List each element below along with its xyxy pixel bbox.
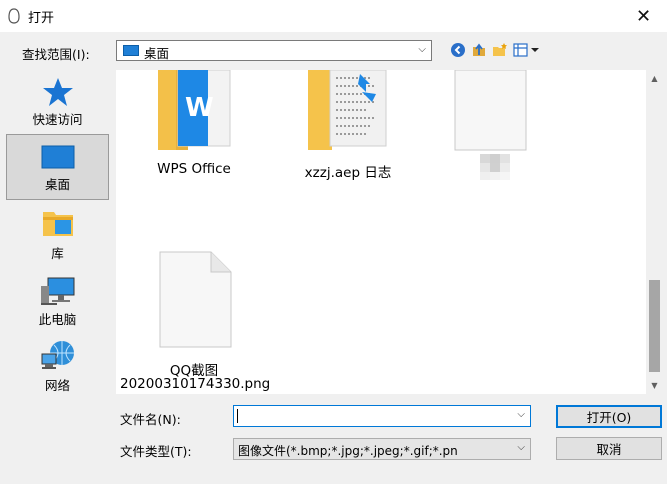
title-bar — [0, 0, 667, 32]
scroll-thumb[interactable] — [649, 280, 660, 372]
list-item[interactable]: W — [148, 70, 238, 153]
png-file-icon — [159, 251, 232, 348]
text-caret — [237, 409, 238, 423]
file-name-line2: 20200310174330.png — [120, 376, 271, 392]
places-bar: 快速访问 桌面 库 此电脑 网络 — [0, 70, 113, 404]
scroll-down-button[interactable]: ▼ — [646, 377, 663, 394]
desktop-icon — [123, 45, 139, 56]
up-folder-icon[interactable] — [470, 41, 488, 59]
place-this-pc[interactable]: 此电脑 — [6, 270, 109, 334]
new-folder-icon[interactable] — [491, 41, 509, 59]
chevron-down-icon[interactable]: ⌵ — [517, 409, 525, 420]
filename-input[interactable]: ⌵ — [233, 405, 531, 427]
close-button[interactable]: ✕ — [620, 0, 667, 32]
chevron-down-icon: ⌵ — [418, 44, 426, 55]
window-title: 打开 — [28, 11, 55, 26]
filetype-value: 图像文件(*.bmp;*.jpg;*.jpeg;*.gif;*.pn — [238, 444, 458, 458]
file-name: xzzj.aep 日志 — [304, 165, 392, 181]
chevron-down-icon: ⌵ — [517, 442, 525, 453]
close-icon: ✕ — [635, 5, 652, 27]
list-item[interactable] — [159, 251, 233, 352]
file-name: WPS Office — [157, 161, 231, 177]
place-label: 库 — [51, 246, 64, 261]
filetype-dropdown[interactable]: 图像文件(*.bmp;*.jpg;*.jpeg;*.gif;*.pn ⌵ — [233, 438, 531, 460]
scroll-up-button[interactable]: ▲ — [646, 70, 663, 87]
blurred-label — [480, 154, 510, 180]
lookin-label: 查找范围(I): — [22, 47, 90, 62]
place-label: 此电脑 — [38, 312, 77, 327]
cancel-button[interactable]: 取消 — [556, 437, 662, 460]
library-icon — [43, 212, 73, 236]
open-button[interactable]: 打开(O) — [556, 405, 662, 428]
place-label: 网络 — [44, 378, 70, 393]
place-desktop[interactable]: 桌面 — [6, 134, 109, 200]
place-label: 快速访问 — [32, 112, 83, 127]
filetype-label: 文件类型(T): — [120, 444, 192, 459]
lookin-dropdown[interactable]: 桌面 ⌵ — [116, 40, 432, 61]
place-label: 桌面 — [44, 177, 70, 192]
file-list[interactable]: W WPS Office xzzj.aep 日志 QQ截图 2020031017… — [116, 70, 647, 394]
filename-label: 文件名(N): — [120, 412, 181, 427]
place-quick-access[interactable]: 快速访问 — [6, 70, 109, 134]
blank-file-icon — [454, 70, 527, 151]
place-network[interactable]: 网络 — [6, 336, 109, 400]
log-folder-icon — [308, 70, 387, 152]
view-menu-icon[interactable] — [512, 41, 540, 59]
computer-icon — [41, 277, 75, 305]
place-library[interactable]: 库 — [6, 204, 109, 268]
lookin-value: 桌面 — [144, 46, 170, 61]
desktop-icon — [41, 145, 75, 169]
svg-text:W: W — [185, 93, 214, 123]
back-icon[interactable] — [449, 41, 467, 59]
network-icon — [41, 341, 74, 369]
wps-folder-icon: W — [158, 70, 231, 152]
list-item[interactable] — [304, 70, 394, 153]
star-icon — [43, 78, 73, 106]
vertical-scrollbar[interactable]: ▲ ▼ — [646, 70, 663, 394]
app-icon — [8, 8, 20, 24]
list-item[interactable] — [454, 70, 528, 157]
